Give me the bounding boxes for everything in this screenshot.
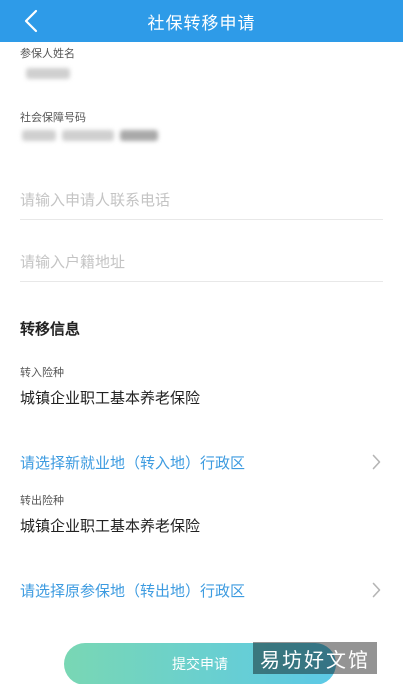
address-input[interactable] [20, 242, 383, 281]
chevron-right-icon [369, 452, 383, 472]
phone-input-row [20, 180, 383, 220]
transfer-out-insurance-label: 转出险种 [20, 494, 64, 507]
page-title: 社保转移申请 [147, 13, 256, 34]
social-security-number-label: 社会保障号码 [20, 111, 86, 124]
chevron-left-icon [24, 9, 38, 33]
ssn-mask-part-2 [62, 130, 114, 141]
watermark: 易坊好文馆 [253, 642, 377, 674]
back-button[interactable] [20, 8, 42, 34]
chevron-right-icon [369, 580, 383, 600]
transfer-out-region-selector[interactable]: 请选择原参保地（转出地）行政区 [20, 572, 383, 608]
top-navigation-bar: 社保转移申请 [0, 0, 403, 42]
insured-name-label: 参保人姓名 [20, 47, 75, 60]
phone-input[interactable] [20, 180, 383, 219]
insured-name-value-masked [26, 68, 70, 79]
transfer-in-insurance-label: 转入险种 [20, 366, 64, 379]
transfer-out-region-label: 请选择原参保地（转出地）行政区 [20, 581, 246, 600]
transfer-in-insurance-value: 城镇企业职工基本养老保险 [20, 389, 201, 407]
ssn-mask-part-3 [120, 130, 158, 141]
address-input-row [20, 242, 383, 282]
ssn-mask-part-1 [22, 130, 56, 141]
transfer-in-region-label: 请选择新就业地（转入地）行政区 [20, 453, 246, 472]
transfer-out-insurance-value: 城镇企业职工基本养老保险 [20, 517, 201, 535]
transfer-info-section-title: 转移信息 [20, 320, 81, 338]
transfer-in-region-selector[interactable]: 请选择新就业地（转入地）行政区 [20, 444, 383, 480]
